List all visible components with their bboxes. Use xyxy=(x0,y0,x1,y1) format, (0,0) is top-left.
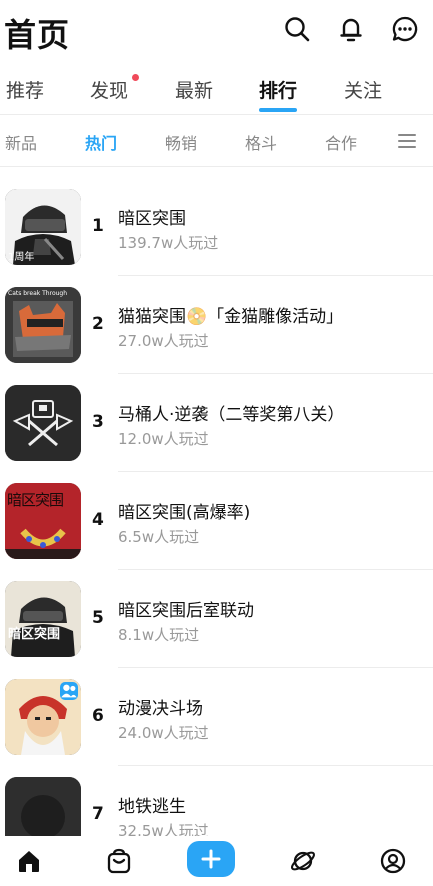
rank-number: 6 xyxy=(92,706,104,726)
tab-latest[interactable]: 最新 xyxy=(175,76,213,103)
game-name: 暗区突围后室联动 xyxy=(118,601,254,621)
play-count: 27.0w人玩过 xyxy=(118,332,209,350)
row-divider xyxy=(118,373,433,374)
list-item[interactable]: 1周年 1 暗区突围 139.7w人玩过 xyxy=(0,188,433,286)
rank-number: 1 xyxy=(92,216,104,236)
add-icon xyxy=(201,849,221,869)
list-item[interactable]: Cats break Through 2 猫猫突围📀「金猫雕像活动」 27.0w… xyxy=(0,286,433,384)
play-count: 6.5w人玩过 xyxy=(118,528,200,546)
tab-recommend[interactable]: 推荐 xyxy=(6,76,44,103)
play-count: 24.0w人玩过 xyxy=(118,724,209,742)
list-item[interactable]: 暗区突围 4 暗区突围(高爆率) 6.5w人玩过 xyxy=(0,482,433,580)
subtab-bestselling[interactable]: 畅销 xyxy=(165,130,197,154)
thumb-caption: 暗区突围 xyxy=(8,627,61,642)
multiplayer-icon xyxy=(60,682,78,700)
tabs-divider xyxy=(0,114,433,115)
row-divider xyxy=(118,765,433,766)
rank-number: 4 xyxy=(92,510,104,530)
add-button[interactable] xyxy=(187,841,235,877)
game-thumbnail: 1周年 xyxy=(5,189,81,265)
game-name: 暗区突围 xyxy=(118,209,186,229)
game-name: 猫猫突围📀「金猫雕像活动」 xyxy=(118,307,344,327)
bell-icon[interactable] xyxy=(336,14,366,44)
rank-number: 5 xyxy=(92,608,104,628)
profile-icon[interactable] xyxy=(378,846,408,876)
subtab-fighting[interactable]: 格斗 xyxy=(245,130,277,154)
game-thumbnail: 暗区突围 xyxy=(5,483,81,559)
planet-icon[interactable] xyxy=(288,846,318,876)
rank-number: 3 xyxy=(92,412,104,432)
bag-icon[interactable] xyxy=(104,846,134,876)
bottom-nav xyxy=(0,836,433,886)
row-divider xyxy=(118,471,433,472)
play-count: 139.7w人玩过 xyxy=(118,234,219,252)
rank-number: 2 xyxy=(92,314,104,334)
game-name: 地铁逃生 xyxy=(118,797,186,817)
header: 首页 xyxy=(0,0,433,62)
home-icon[interactable] xyxy=(14,846,44,876)
sub-tabs: 新品 热门 畅销 格斗 合作 xyxy=(0,118,433,164)
game-thumbnail xyxy=(5,679,81,755)
game-name: 暗区突围(高爆率) xyxy=(118,503,251,523)
list-item[interactable]: 3 马桶人·逆袭（二等奖第八关） 12.0w人玩过 xyxy=(0,384,433,482)
row-divider xyxy=(118,275,433,276)
thumb-caption: 暗区突围 xyxy=(7,491,64,509)
subtabs-divider xyxy=(0,166,433,167)
active-tab-indicator xyxy=(259,108,297,112)
list-item[interactable]: 6 动漫决斗场 24.0w人玩过 xyxy=(0,678,433,776)
page-title: 首页 xyxy=(4,16,71,54)
game-thumbnail xyxy=(5,385,81,461)
menu-icon[interactable] xyxy=(397,132,417,150)
thumb-caption: Cats break Through xyxy=(8,290,68,297)
tab-discover[interactable]: 发现 xyxy=(90,76,128,103)
row-divider xyxy=(118,569,433,570)
game-name: 马桶人·逆袭（二等奖第八关） xyxy=(118,405,345,425)
rank-number: 7 xyxy=(92,804,104,824)
notification-dot xyxy=(132,74,139,81)
tab-follow[interactable]: 关注 xyxy=(344,76,382,103)
subtab-new[interactable]: 新品 xyxy=(5,130,37,154)
subtab-collab[interactable]: 合作 xyxy=(325,130,357,154)
list-item[interactable]: 暗区突围 5 暗区突围后室联动 8.1w人玩过 xyxy=(0,580,433,678)
search-icon[interactable] xyxy=(282,14,312,44)
game-thumbnail: 暗区突围 xyxy=(5,581,81,657)
game-thumbnail: Cats break Through xyxy=(5,287,81,363)
play-count: 8.1w人玩过 xyxy=(118,626,200,644)
main-tabs: 推荐 发现 最新 排行 关注 xyxy=(0,66,433,112)
play-count: 12.0w人玩过 xyxy=(118,430,209,448)
row-divider xyxy=(118,667,433,668)
tab-ranking[interactable]: 排行 xyxy=(259,76,297,103)
thumb-caption: 1周年 xyxy=(8,252,35,263)
game-name: 动漫决斗场 xyxy=(118,699,203,719)
subtab-hot[interactable]: 热门 xyxy=(85,130,117,154)
chat-icon[interactable] xyxy=(390,14,420,44)
